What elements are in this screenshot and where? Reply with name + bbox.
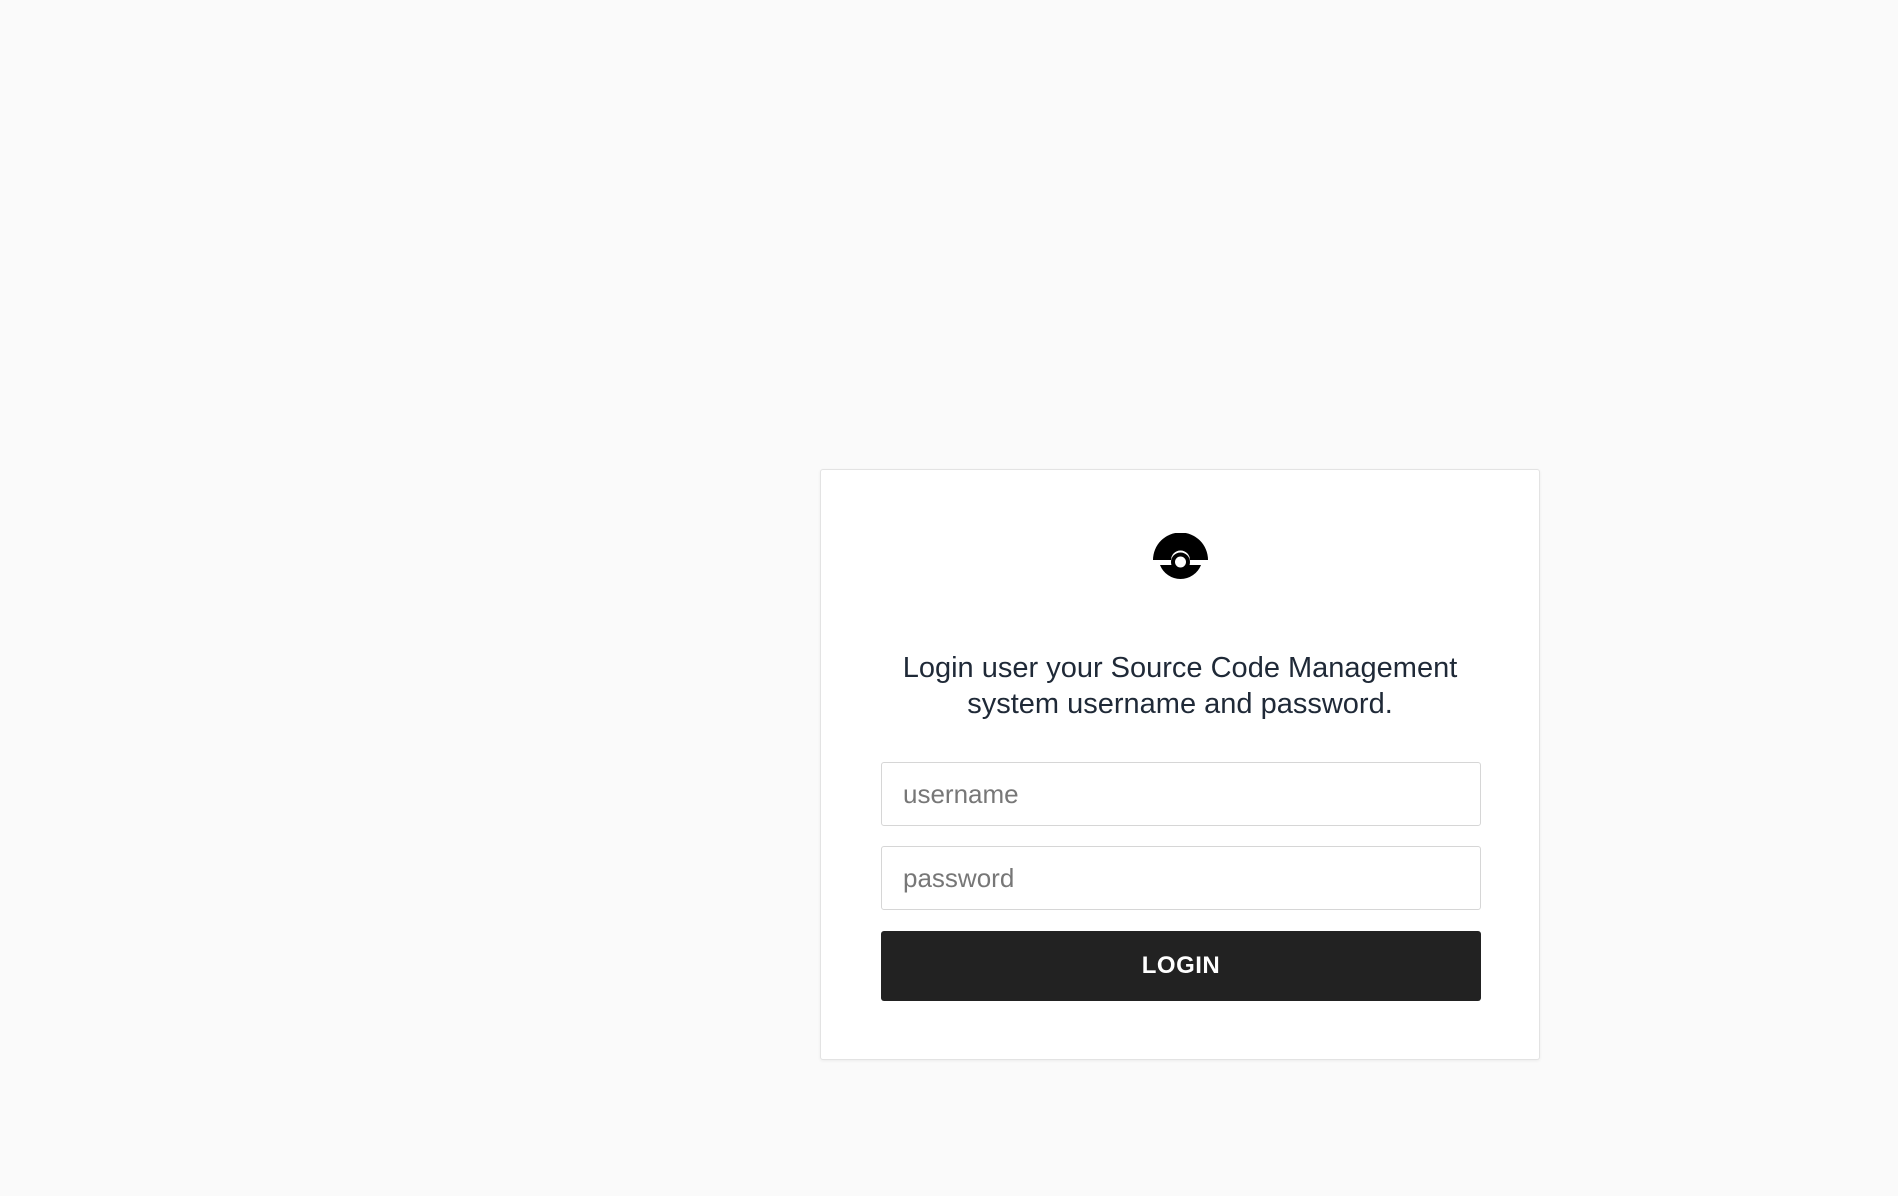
login-page: Login user your Source Code Management s… [0, 0, 1898, 1196]
username-input[interactable] [881, 762, 1481, 826]
login-instructions: Login user your Source Code Management s… [902, 652, 1458, 720]
login-button[interactable]: LOGIN [881, 931, 1481, 1001]
password-input[interactable] [881, 846, 1481, 910]
login-card: Login user your Source Code Management s… [820, 469, 1540, 1060]
drone-logo-icon [1152, 533, 1209, 583]
